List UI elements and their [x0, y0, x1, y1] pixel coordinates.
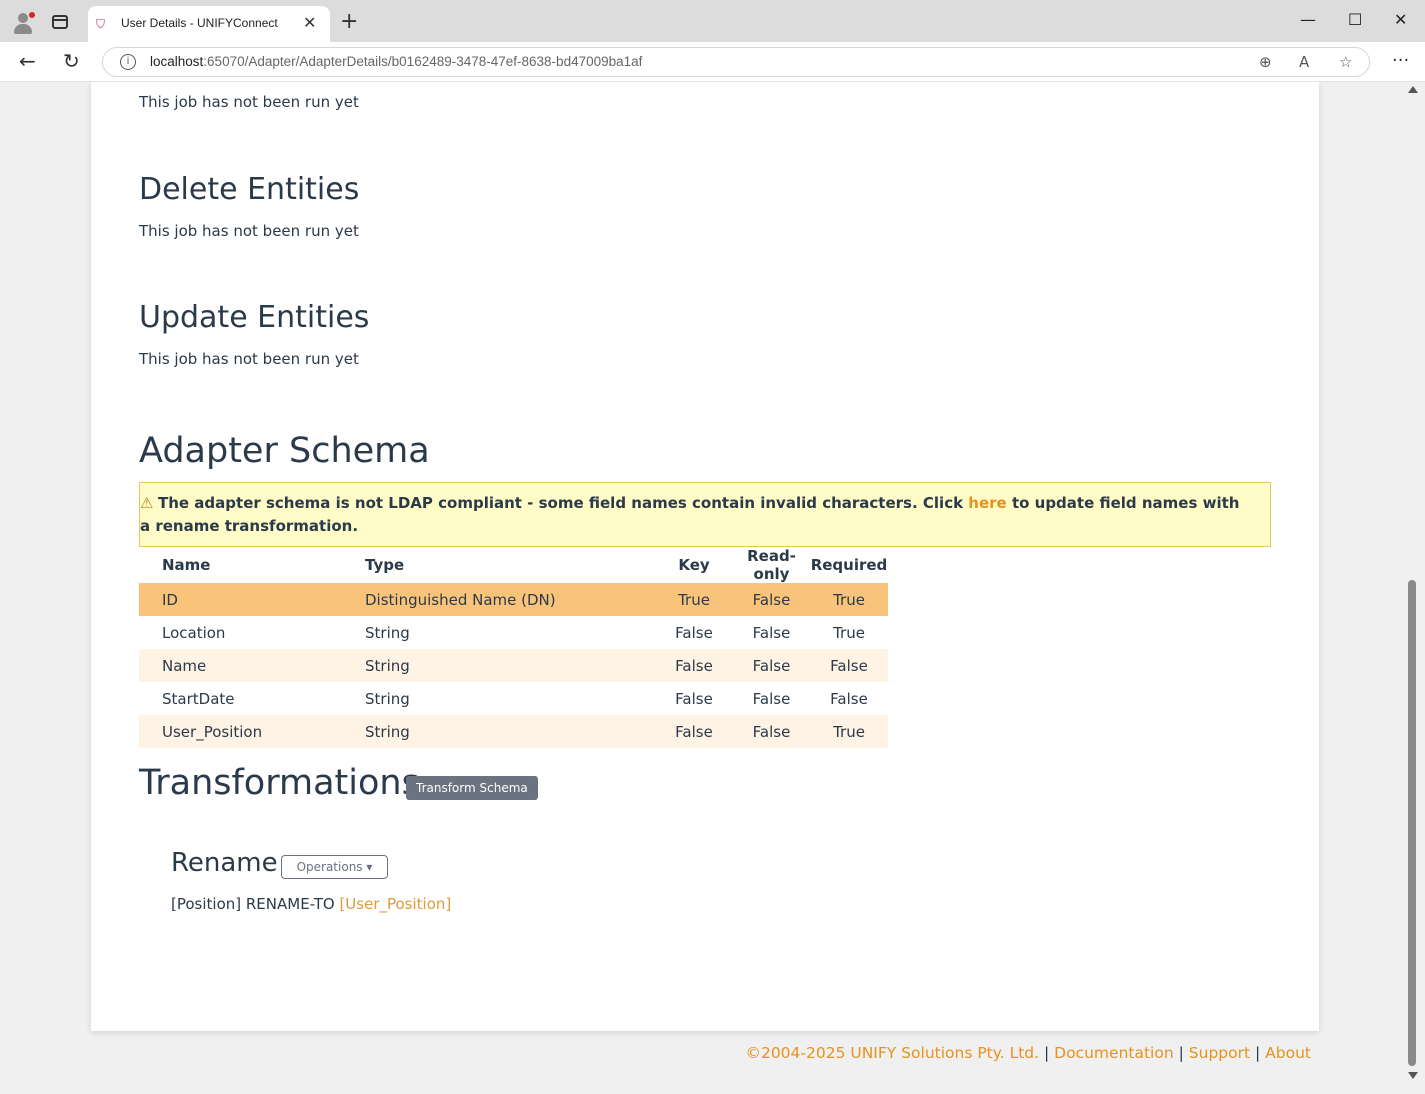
back-icon[interactable]: ← — [19, 49, 36, 73]
site-favicon-icon: ⛉ — [96, 17, 106, 31]
site-info-icon[interactable]: i — [120, 54, 136, 70]
operations-dropdown-button[interactable]: Operations ▾ — [281, 855, 388, 879]
tab-title: User Details - UNIFYConnect — [121, 16, 278, 30]
update-entities-heading: Update Entities — [139, 300, 370, 335]
documentation-link[interactable]: Documentation — [1054, 1044, 1174, 1062]
col-name: Name — [162, 556, 211, 574]
rename-link[interactable]: here — [968, 494, 1006, 512]
col-readonly: Read-only — [747, 547, 796, 583]
table-row[interactable]: Name String False False False — [139, 649, 888, 682]
about-link[interactable]: About — [1265, 1044, 1311, 1062]
close-window-icon[interactable]: ✕ — [1394, 10, 1407, 29]
main-card: This job has not been run yet Delete Ent… — [91, 82, 1319, 1031]
schema-header-row: Name Type Key Read-only Required — [139, 547, 888, 583]
transform-schema-button[interactable]: Transform Schema — [406, 776, 538, 800]
col-key: Key — [678, 556, 710, 574]
adapter-schema-heading: Adapter Schema — [139, 431, 430, 471]
caret-down-icon: ▾ — [366, 860, 373, 874]
url-text: localhost:65070/Adapter/AdapterDetails/b… — [150, 54, 643, 69]
schema-table: Name Type Key Read-only Required ID Dist… — [139, 547, 888, 748]
col-type: Type — [365, 556, 405, 574]
url-field[interactable]: i localhost:65070/Adapter/AdapterDetails… — [102, 47, 1370, 77]
zoom-icon[interactable]: ⊕ — [1259, 53, 1272, 71]
vertical-scrollbar[interactable] — [1405, 82, 1421, 1090]
delete-entities-status: This job has not been run yet — [139, 222, 359, 240]
profile-icon[interactable] — [12, 12, 35, 34]
browser-tab[interactable]: ⛉ User Details - UNIFYConnect ✕ — [88, 6, 330, 42]
favorite-star-icon[interactable]: ☆ — [1339, 53, 1352, 71]
more-menu-icon[interactable]: ··· — [1392, 50, 1409, 71]
delete-entities-heading: Delete Entities — [139, 172, 360, 207]
table-row[interactable]: User_Position String False False True — [139, 715, 888, 748]
scroll-down-icon[interactable] — [1408, 1072, 1418, 1079]
table-row[interactable]: Location String False False True — [139, 616, 888, 649]
table-row[interactable]: ID Distinguished Name (DN) True False Tr… — [139, 583, 888, 616]
address-bar: ← ↻ i localhost:65070/Adapter/AdapterDet… — [0, 42, 1425, 82]
table-row[interactable]: StartDate String False False False — [139, 682, 888, 715]
rename-heading: Rename — [171, 848, 278, 878]
page-viewport: This job has not been run yet Delete Ent… — [0, 82, 1425, 1094]
refresh-icon[interactable]: ↻ — [63, 49, 80, 73]
minimize-icon[interactable]: — — [1300, 10, 1316, 29]
browser-titlebar: ⛉ User Details - UNIFYConnect ✕ + — ☐ ✕ — [0, 0, 1425, 42]
ldap-warning-alert: ⚠ The adapter schema is not LDAP complian… — [139, 482, 1271, 547]
job-status-text: This job has not been run yet — [139, 93, 359, 111]
page-footer: ©2004-2025 UNIFY Solutions Pty. Ltd. | D… — [745, 1044, 1311, 1062]
warning-icon: ⚠ — [140, 494, 154, 512]
maximize-icon[interactable]: ☐ — [1348, 10, 1362, 29]
support-link[interactable]: Support — [1189, 1044, 1250, 1062]
rename-rule: [Position] RENAME-TO [User_Position] — [171, 895, 452, 913]
col-required: Required — [810, 556, 888, 574]
rename-target: [User_Position] — [339, 895, 452, 913]
scroll-up-icon[interactable] — [1408, 86, 1418, 93]
scrollbar-thumb[interactable] — [1408, 580, 1416, 1066]
update-entities-status: This job has not been run yet — [139, 350, 359, 368]
tab-actions-icon[interactable] — [52, 15, 68, 29]
copyright-link[interactable]: ©2004-2025 UNIFY Solutions Pty. Ltd. — [745, 1044, 1039, 1062]
close-tab-icon[interactable]: ✕ — [303, 13, 316, 32]
transformations-heading: Transformations — [139, 763, 420, 803]
new-tab-icon[interactable]: + — [340, 9, 358, 34]
read-aloud-icon[interactable]: A — [1299, 53, 1309, 71]
